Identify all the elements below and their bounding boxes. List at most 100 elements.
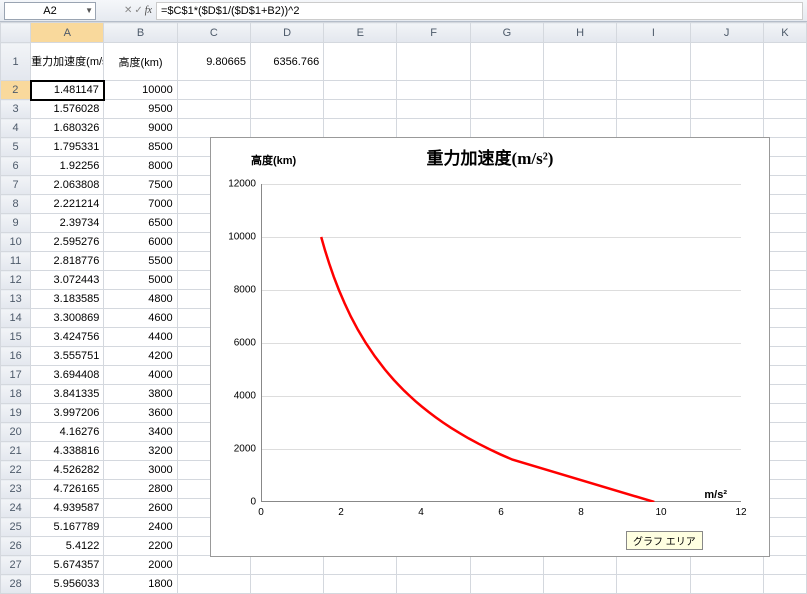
cell-B17[interactable]: 4000 <box>104 366 177 385</box>
cell-C2[interactable] <box>177 81 250 100</box>
spreadsheet-grid[interactable]: ABCDEFGHIJK1重力加速度(m/s²)高度(km)9.806656356… <box>0 22 807 594</box>
cell-B25[interactable]: 2400 <box>104 518 177 537</box>
cell-A12[interactable]: 3.072443 <box>31 271 104 290</box>
col-header-C[interactable]: C <box>177 23 250 43</box>
row-header-25[interactable]: 25 <box>1 518 31 537</box>
cell-I3[interactable] <box>617 100 690 119</box>
col-header-E[interactable]: E <box>324 23 397 43</box>
col-header-J[interactable]: J <box>690 23 763 43</box>
cell-A20[interactable]: 4.16276 <box>31 423 104 442</box>
cell-K2[interactable] <box>763 81 806 100</box>
cell-A8[interactable]: 2.221214 <box>31 195 104 214</box>
cell-B2[interactable]: 10000 <box>104 81 177 100</box>
cell-A26[interactable]: 5.4122 <box>31 537 104 556</box>
fx-icon[interactable]: fx <box>145 5 152 16</box>
cell-H4[interactable] <box>544 119 617 138</box>
cell-G2[interactable] <box>470 81 543 100</box>
dropdown-icon[interactable]: ▼ <box>85 6 93 15</box>
cell-B6[interactable]: 8000 <box>104 157 177 176</box>
cell-B11[interactable]: 5500 <box>104 252 177 271</box>
row-header-15[interactable]: 15 <box>1 328 31 347</box>
cell-A7[interactable]: 2.063808 <box>31 176 104 195</box>
row-header-12[interactable]: 12 <box>1 271 31 290</box>
row-header-28[interactable]: 28 <box>1 575 31 594</box>
cell-D2[interactable] <box>250 81 323 100</box>
row-header-6[interactable]: 6 <box>1 157 31 176</box>
cell-E27[interactable] <box>324 556 397 575</box>
cell-A17[interactable]: 3.694408 <box>31 366 104 385</box>
cell-B26[interactable]: 2200 <box>104 537 177 556</box>
cell-E28[interactable] <box>324 575 397 594</box>
name-box[interactable]: A2 ▼ <box>4 2 96 20</box>
cell-B19[interactable]: 3600 <box>104 404 177 423</box>
row-header-1[interactable]: 1 <box>1 43 31 81</box>
cancel-icon[interactable]: ✕ <box>124 5 132 16</box>
cell-F3[interactable] <box>397 100 470 119</box>
row-header-13[interactable]: 13 <box>1 290 31 309</box>
cell-B15[interactable]: 4400 <box>104 328 177 347</box>
row-header-17[interactable]: 17 <box>1 366 31 385</box>
cell-A19[interactable]: 3.997206 <box>31 404 104 423</box>
cell-K1[interactable] <box>763 43 806 81</box>
cell-A5[interactable]: 1.795331 <box>31 138 104 157</box>
cell-H27[interactable] <box>544 556 617 575</box>
cell-K4[interactable] <box>763 119 806 138</box>
cell-K27[interactable] <box>763 556 806 575</box>
cell-F1[interactable] <box>397 43 470 81</box>
cell-H1[interactable] <box>544 43 617 81</box>
cell-E3[interactable] <box>324 100 397 119</box>
cell-B9[interactable]: 6500 <box>104 214 177 233</box>
row-header-14[interactable]: 14 <box>1 309 31 328</box>
cell-B8[interactable]: 7000 <box>104 195 177 214</box>
cell-H28[interactable] <box>544 575 617 594</box>
cell-A10[interactable]: 2.595276 <box>31 233 104 252</box>
col-header-F[interactable]: F <box>397 23 470 43</box>
col-header-I[interactable]: I <box>617 23 690 43</box>
row-header-5[interactable]: 5 <box>1 138 31 157</box>
row-header-3[interactable]: 3 <box>1 100 31 119</box>
cell-B10[interactable]: 6000 <box>104 233 177 252</box>
cell-G27[interactable] <box>470 556 543 575</box>
row-header-23[interactable]: 23 <box>1 480 31 499</box>
row-header-10[interactable]: 10 <box>1 233 31 252</box>
cell-A4[interactable]: 1.680326 <box>31 119 104 138</box>
row-header-4[interactable]: 4 <box>1 119 31 138</box>
cell-B22[interactable]: 3000 <box>104 461 177 480</box>
row-header-8[interactable]: 8 <box>1 195 31 214</box>
cell-K28[interactable] <box>763 575 806 594</box>
row-header-24[interactable]: 24 <box>1 499 31 518</box>
cell-A27[interactable]: 5.674357 <box>31 556 104 575</box>
cell-G3[interactable] <box>470 100 543 119</box>
cell-G1[interactable] <box>470 43 543 81</box>
cell-A24[interactable]: 4.939587 <box>31 499 104 518</box>
cell-I2[interactable] <box>617 81 690 100</box>
cell-J28[interactable] <box>690 575 763 594</box>
cell-B12[interactable]: 5000 <box>104 271 177 290</box>
cell-E1[interactable] <box>324 43 397 81</box>
cell-A18[interactable]: 3.841335 <box>31 385 104 404</box>
cell-J4[interactable] <box>690 119 763 138</box>
formula-input[interactable]: =$C$1*($D$1/($D$1+B2))^2 <box>156 2 803 20</box>
cell-F4[interactable] <box>397 119 470 138</box>
cell-H2[interactable] <box>544 81 617 100</box>
cell-A11[interactable]: 2.818776 <box>31 252 104 271</box>
col-header-B[interactable]: B <box>104 23 177 43</box>
cell-B4[interactable]: 9000 <box>104 119 177 138</box>
cell-A6[interactable]: 1.92256 <box>31 157 104 176</box>
cell-J2[interactable] <box>690 81 763 100</box>
cell-B13[interactable]: 4800 <box>104 290 177 309</box>
cell-A2[interactable]: 1.481147 <box>31 81 104 100</box>
row-header-19[interactable]: 19 <box>1 404 31 423</box>
cell-C1[interactable]: 9.80665 <box>177 43 250 81</box>
row-header-9[interactable]: 9 <box>1 214 31 233</box>
cell-D4[interactable] <box>250 119 323 138</box>
row-header-7[interactable]: 7 <box>1 176 31 195</box>
cell-C4[interactable] <box>177 119 250 138</box>
cell-A14[interactable]: 3.300869 <box>31 309 104 328</box>
plot-area[interactable]: 020004000600080001000012000 <box>261 184 741 502</box>
cell-G28[interactable] <box>470 575 543 594</box>
row-header-27[interactable]: 27 <box>1 556 31 575</box>
chart-area[interactable]: 重力加速度(m/s²) 高度(km) 020004000600080001000… <box>210 137 770 557</box>
cell-B20[interactable]: 3400 <box>104 423 177 442</box>
cell-A22[interactable]: 4.526282 <box>31 461 104 480</box>
